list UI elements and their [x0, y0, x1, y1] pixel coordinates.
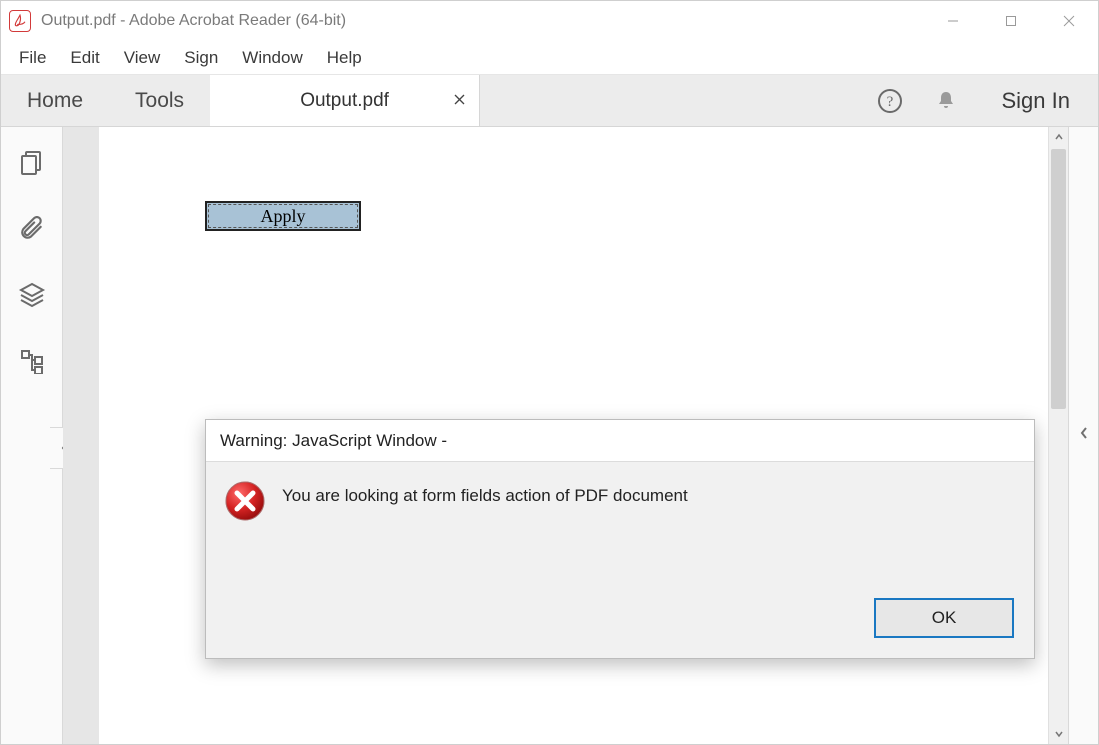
document-view[interactable]: Apply Warning: JavaScript Window - [63, 127, 1068, 744]
body-area: Apply Warning: JavaScript Window - [1, 127, 1098, 744]
thumbnails-button[interactable] [18, 149, 46, 182]
dialog-title: Warning: JavaScript Window - [206, 420, 1034, 462]
scrollbar-thumb[interactable] [1051, 149, 1066, 409]
close-tab-button[interactable] [454, 92, 465, 110]
apply-form-button[interactable]: Apply [205, 201, 361, 231]
document-tab-label: Output.pdf [300, 90, 389, 112]
attachments-button[interactable] [19, 216, 45, 247]
notifications-button[interactable] [918, 75, 974, 126]
tools-button[interactable]: Tools [109, 75, 210, 126]
scroll-down-button[interactable] [1049, 724, 1068, 744]
menu-sign[interactable]: Sign [172, 44, 230, 72]
layers-icon [18, 281, 46, 309]
paperclip-icon [19, 216, 45, 242]
model-tree-button[interactable] [19, 348, 45, 379]
pdf-icon [13, 14, 27, 28]
document-tab[interactable]: Output.pdf [210, 75, 480, 126]
minimize-icon [947, 15, 959, 27]
minimize-button[interactable] [924, 1, 982, 41]
help-button[interactable]: ? [862, 75, 918, 126]
titlebar: Output.pdf - Adobe Acrobat Reader (64-bi… [1, 1, 1098, 41]
scroll-up-button[interactable] [1049, 127, 1068, 147]
tree-icon [19, 348, 45, 374]
menu-help[interactable]: Help [315, 44, 374, 72]
expand-right-panel-button[interactable] [1079, 426, 1089, 445]
window-title: Output.pdf - Adobe Acrobat Reader (64-bi… [41, 12, 924, 30]
toolbar: Home Tools Output.pdf ? Sign In [1, 75, 1098, 127]
javascript-warning-dialog: Warning: JavaScript Window - [205, 419, 1035, 659]
sign-in-button[interactable]: Sign In [974, 75, 1099, 126]
menu-window[interactable]: Window [230, 44, 314, 72]
dialog-message: You are looking at form fields action of… [282, 480, 688, 506]
vertical-scrollbar[interactable] [1048, 127, 1068, 744]
menu-file[interactable]: File [7, 44, 58, 72]
dialog-body: You are looking at form fields action of… [206, 462, 1034, 598]
error-icon [224, 480, 266, 522]
left-nav-rail [1, 127, 63, 744]
window-controls [924, 1, 1098, 41]
pages-icon [18, 149, 46, 177]
right-tools-rail[interactable] [1068, 127, 1098, 744]
menu-edit[interactable]: Edit [58, 44, 111, 72]
svg-text:?: ? [886, 94, 893, 110]
ok-button[interactable]: OK [874, 598, 1014, 638]
close-icon [1063, 15, 1075, 27]
close-window-button[interactable] [1040, 1, 1098, 41]
toolbar-spacer [480, 75, 861, 126]
app-window: Output.pdf - Adobe Acrobat Reader (64-bi… [0, 0, 1099, 745]
chevron-up-icon [1055, 133, 1063, 141]
dialog-buttons: OK [206, 598, 1034, 658]
chevron-down-icon [1055, 730, 1063, 738]
menubar: File Edit View Sign Window Help [1, 41, 1098, 75]
help-icon: ? [877, 88, 903, 114]
maximize-icon [1005, 15, 1017, 27]
close-icon [454, 94, 465, 105]
menu-view[interactable]: View [112, 44, 173, 72]
chevron-left-icon [1079, 426, 1089, 440]
layers-button[interactable] [18, 281, 46, 314]
home-button[interactable]: Home [1, 75, 109, 126]
maximize-button[interactable] [982, 1, 1040, 41]
bell-icon [934, 89, 958, 113]
acrobat-app-icon [9, 10, 31, 32]
